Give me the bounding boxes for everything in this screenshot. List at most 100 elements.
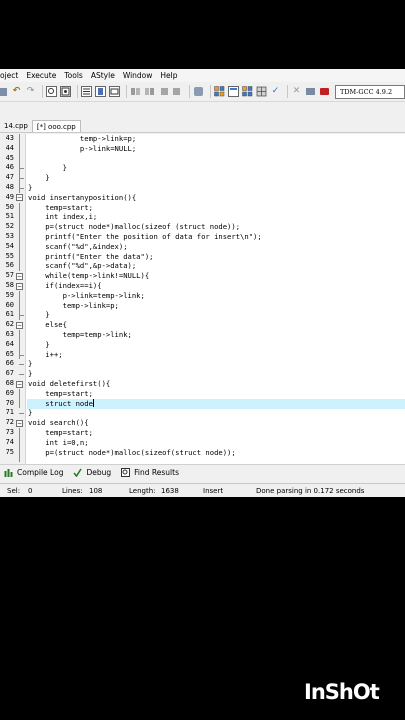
fold-end-marker bbox=[19, 168, 24, 170]
code-line: if(index==i){ bbox=[28, 281, 101, 291]
toolbar-separator bbox=[42, 85, 43, 98]
line-number: 62 bbox=[5, 320, 14, 329]
bottom-panel-tabs: Compile Log Debug Find Results bbox=[0, 464, 405, 480]
tab-14-cpp[interactable]: 14.cpp bbox=[0, 120, 32, 132]
fold-toggle-icon[interactable]: − bbox=[16, 321, 23, 329]
fold-end-marker bbox=[19, 354, 24, 356]
unindent-icon[interactable] bbox=[172, 86, 183, 97]
menu-execute[interactable]: Execute bbox=[22, 71, 60, 80]
back-icon[interactable] bbox=[130, 86, 141, 97]
redo-icon[interactable]: ↷ bbox=[25, 86, 36, 97]
compiler-select[interactable]: TDM-GCC 4.9.2 bbox=[335, 85, 405, 99]
replace-icon[interactable] bbox=[60, 86, 71, 97]
indent-icon[interactable] bbox=[158, 86, 169, 97]
line-number: 65 bbox=[5, 349, 14, 358]
ide-window: oject Execute Tools AStyle Window Help ↶… bbox=[0, 69, 405, 497]
line-number: 55 bbox=[5, 251, 14, 260]
tab-compile-log[interactable]: Compile Log bbox=[4, 468, 63, 477]
compile-run-icon[interactable] bbox=[242, 86, 253, 97]
line-number: 59 bbox=[5, 290, 14, 299]
insert-mode: Insert bbox=[203, 487, 224, 495]
fold-toggle-icon[interactable]: − bbox=[16, 380, 23, 388]
line-number: 44 bbox=[5, 143, 14, 152]
line-number: 66 bbox=[5, 359, 14, 368]
undo-icon[interactable]: ↶ bbox=[11, 86, 22, 97]
code-line: void insertanyposition(){ bbox=[28, 193, 136, 203]
code-line: } bbox=[28, 310, 49, 320]
code-text: p->link=NULL; bbox=[28, 143, 137, 153]
menu-tools[interactable]: Tools bbox=[60, 71, 86, 80]
menu-window[interactable]: Window bbox=[119, 71, 157, 80]
fold-toggle-icon[interactable]: − bbox=[16, 419, 23, 427]
code-line: else{ bbox=[28, 320, 67, 330]
fold-toggle-icon[interactable]: − bbox=[16, 282, 23, 290]
lines-label: Lines: bbox=[62, 487, 83, 495]
code-text: void insertanyposition(){ bbox=[28, 192, 137, 202]
line-number: 45 bbox=[5, 153, 14, 162]
code-text: scanf("%d",&p->data); bbox=[28, 261, 137, 271]
toggle-comment-icon[interactable] bbox=[193, 86, 204, 97]
tab-debug[interactable]: Debug bbox=[73, 468, 111, 478]
line-number: 46 bbox=[5, 163, 14, 172]
goto-line-icon[interactable] bbox=[81, 86, 92, 97]
code-text: p->link=temp->link; bbox=[28, 290, 145, 300]
code-line: p->link=NULL; bbox=[28, 144, 136, 154]
code-text: struct node bbox=[28, 398, 93, 408]
fold-toggle-icon[interactable]: − bbox=[16, 194, 23, 202]
fold-guide bbox=[19, 388, 20, 409]
tab-find-results[interactable]: Find Results bbox=[121, 468, 179, 477]
print-icon[interactable] bbox=[0, 86, 8, 97]
line-number: 63 bbox=[5, 330, 14, 338]
code-text: temp=start; bbox=[28, 428, 93, 437]
code-line: } bbox=[28, 340, 49, 350]
compile-icon[interactable] bbox=[214, 86, 225, 97]
code-line: struct node bbox=[28, 398, 94, 409]
code-line: temp=start; bbox=[28, 389, 93, 399]
toolbar: ↶ ↷ ✓ ✕ TDM-GCC 4.9.2 bbox=[0, 82, 405, 102]
code-line: int i=0,n; bbox=[28, 438, 88, 448]
menu-help[interactable]: Help bbox=[156, 71, 181, 80]
menu-project[interactable]: oject bbox=[0, 71, 22, 80]
code-line: while(temp->link!=NULL){ bbox=[28, 271, 149, 281]
line-number: 47 bbox=[5, 173, 14, 182]
check-syntax-icon[interactable]: ✓ bbox=[270, 86, 281, 97]
code-text: void search(){ bbox=[28, 418, 89, 428]
code-text: printf("Enter the data"); bbox=[28, 251, 154, 261]
code-line: scanf("%d",&p->data); bbox=[28, 261, 136, 271]
line-number: 43 bbox=[5, 134, 14, 142]
fold-guide bbox=[19, 134, 20, 193]
line-number: 51 bbox=[5, 212, 14, 221]
bookmark-icon[interactable] bbox=[95, 86, 106, 97]
profile-icon[interactable] bbox=[319, 86, 330, 97]
goto-bookmark-icon[interactable] bbox=[109, 86, 120, 97]
code-line: i++; bbox=[28, 350, 62, 360]
compile-log-icon bbox=[4, 468, 13, 477]
line-number: 60 bbox=[5, 300, 14, 309]
code-text: } bbox=[28, 359, 33, 369]
tab-ooo-cpp[interactable]: [*] ooo.cpp bbox=[31, 120, 81, 132]
rebuild-icon[interactable] bbox=[256, 86, 267, 97]
code-text: printf("Enter the position of data for i… bbox=[28, 232, 262, 241]
find-icon[interactable] bbox=[46, 86, 57, 97]
run-icon[interactable] bbox=[228, 86, 239, 97]
code-text: } bbox=[28, 183, 33, 192]
forward-icon[interactable] bbox=[144, 86, 155, 97]
code-text: temp=start; bbox=[28, 388, 93, 398]
code-line: void search(){ bbox=[28, 418, 89, 428]
code-editor[interactable]: 43 44 45 46 47 48 49 50 51 52 53 54 55 56 57 58 59 60 61 62… bbox=[0, 134, 405, 464]
debug-icon[interactable] bbox=[305, 86, 316, 97]
fold-end-marker bbox=[19, 364, 24, 366]
status-message: Done parsing in 0.172 seconds bbox=[256, 487, 365, 495]
fold-end-marker bbox=[19, 413, 24, 415]
fold-toggle-icon[interactable]: − bbox=[16, 272, 23, 280]
code-line: } bbox=[28, 369, 32, 379]
code-text: temp=start; bbox=[28, 202, 93, 212]
stop-icon[interactable]: ✕ bbox=[291, 86, 302, 97]
line-number: 58 bbox=[5, 281, 14, 289]
line-number: 64 bbox=[5, 339, 14, 348]
code-text: } bbox=[28, 408, 33, 418]
code-text: temp->link=p; bbox=[28, 300, 119, 310]
menu-astyle[interactable]: AStyle bbox=[87, 71, 119, 80]
debug-check-icon bbox=[73, 468, 83, 478]
code-text: temp->link=p; bbox=[28, 134, 137, 143]
